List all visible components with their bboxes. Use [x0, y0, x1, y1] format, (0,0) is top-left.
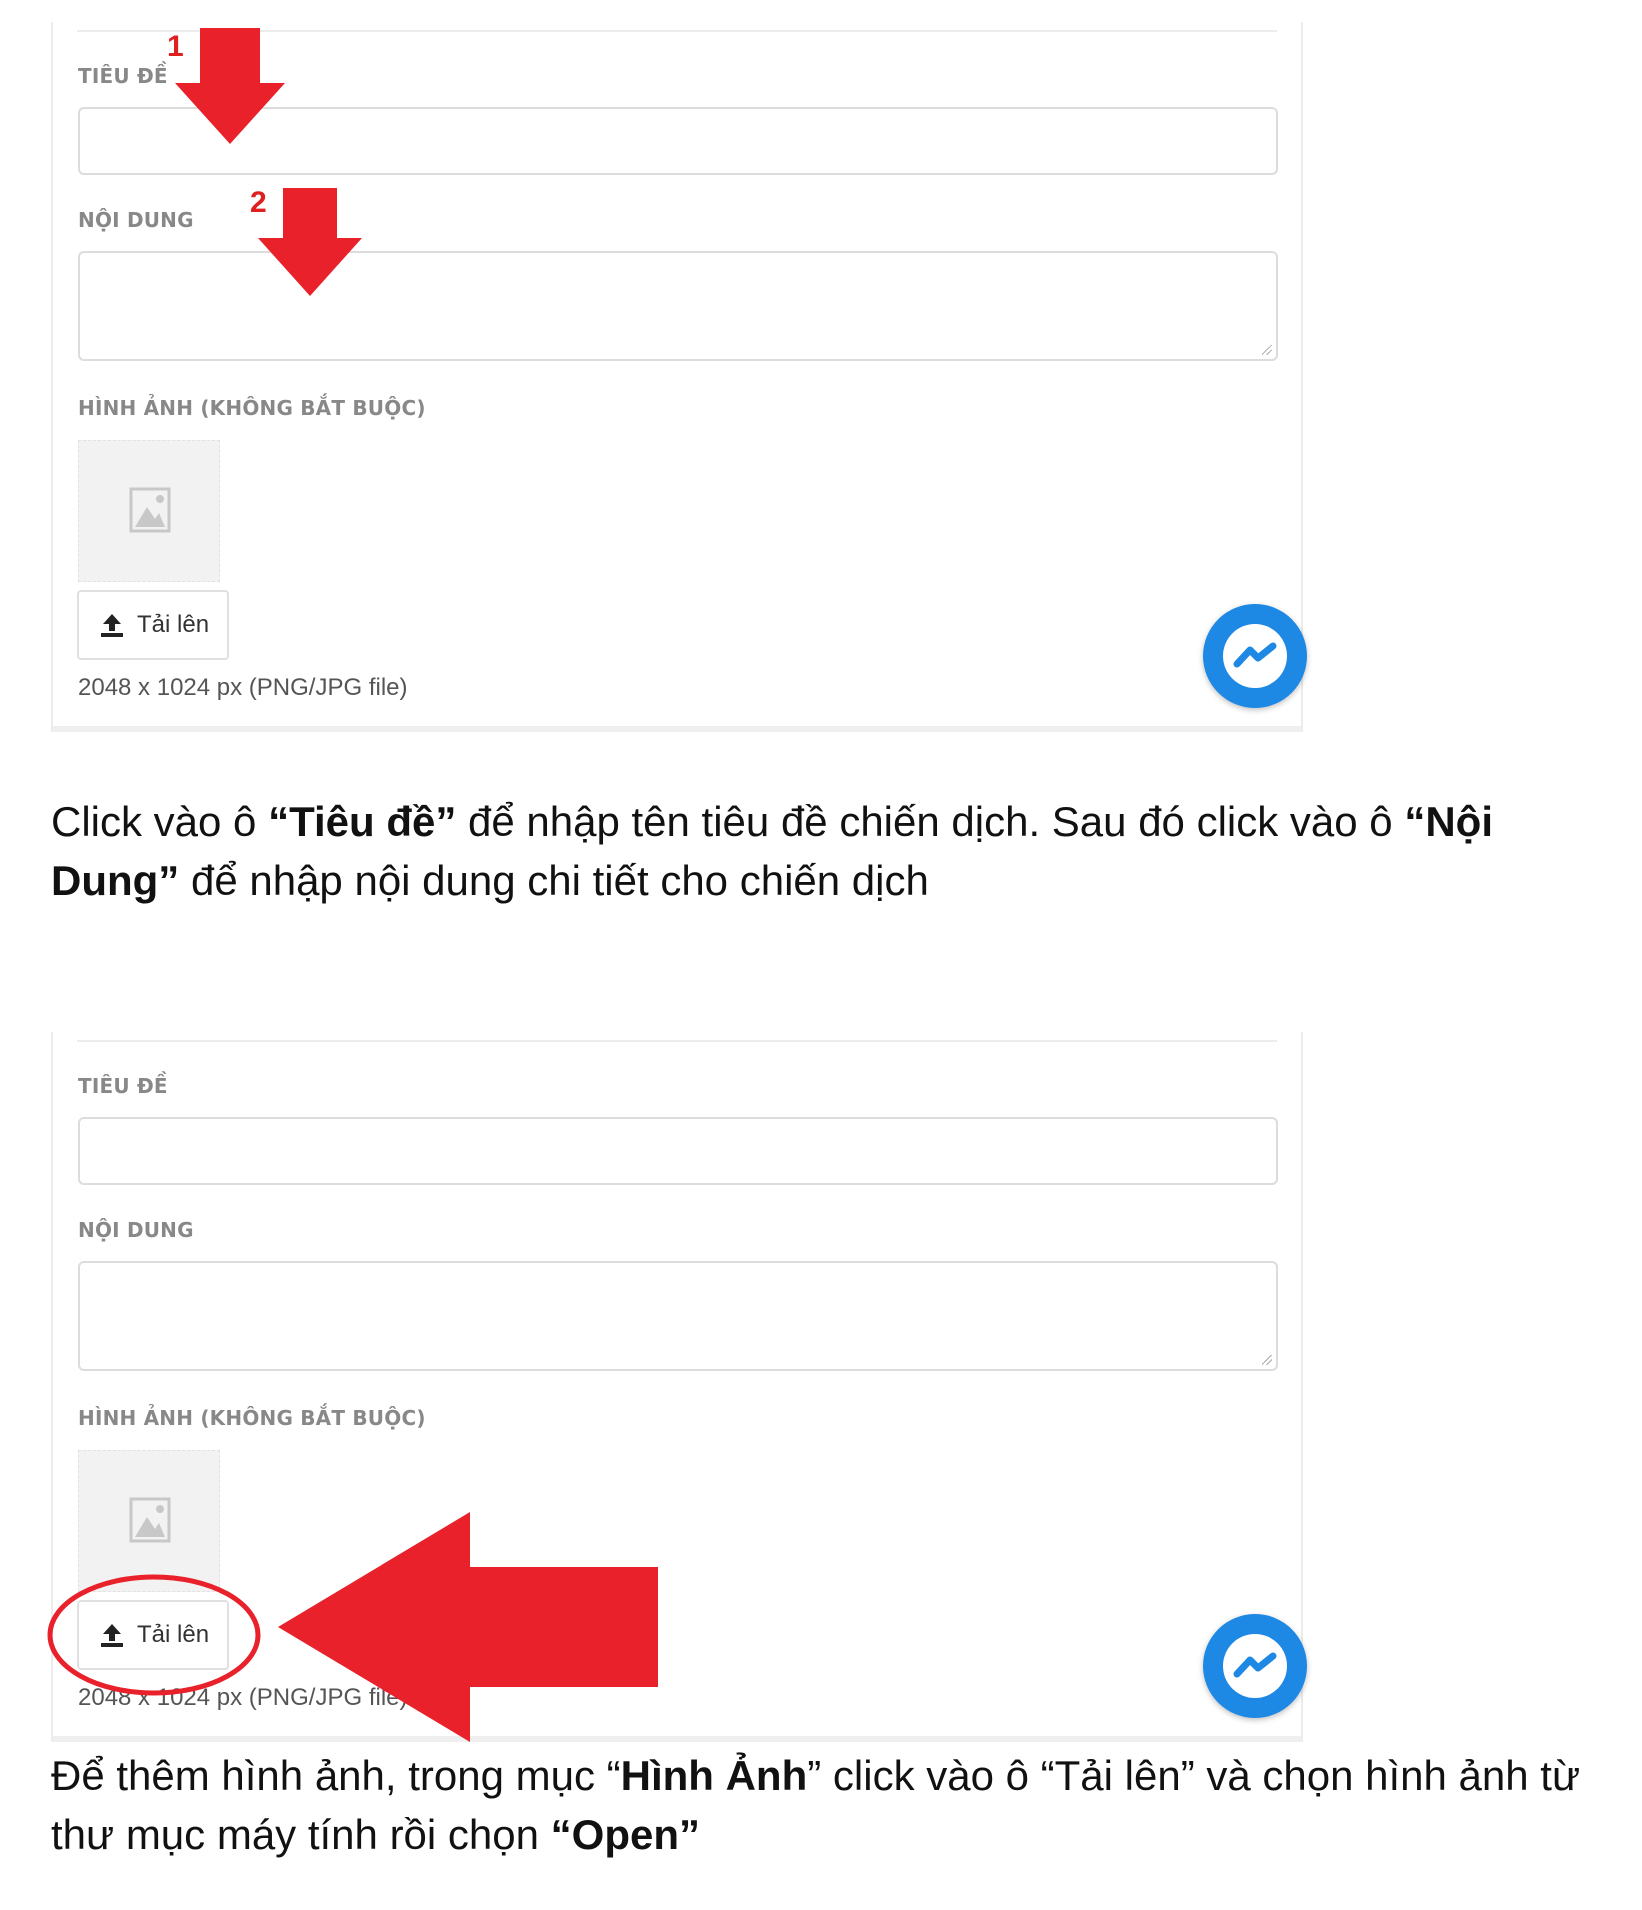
highlight-circle: [47, 1574, 261, 1696]
divider: [77, 1040, 1277, 1042]
instruction-text-2: Để thêm hình ảnh, trong mục “Hình Ảnh” c…: [51, 1752, 1581, 1858]
arrow-left-icon: [278, 1512, 658, 1742]
content-label: NỘI DUNG: [78, 1218, 194, 1242]
image-label: HÌNH ẢNH (KHÔNG BẮT BUỘC): [78, 396, 426, 420]
title-label: TIÊU ĐỀ: [78, 1074, 168, 1098]
upload-button[interactable]: Tải lên: [77, 590, 229, 660]
image-hint: 2048 x 1024 px (PNG/JPG file): [78, 674, 408, 701]
messenger-icon: [1223, 1634, 1287, 1698]
image-preview: [78, 440, 220, 582]
instruction-text-1: Click vào ô “Tiêu đề” để nhập tên tiêu đ…: [51, 798, 1493, 904]
image-placeholder-icon: [129, 1497, 171, 1543]
upload-icon: [101, 614, 123, 637]
title-label: TIÊU ĐỀ: [78, 64, 168, 88]
upload-label: Tải lên: [137, 611, 210, 638]
content-label: NỘI DUNG: [78, 208, 194, 232]
title-input[interactable]: [78, 1117, 1278, 1185]
arrow-down-icon: [175, 28, 285, 144]
resize-handle[interactable]: [1262, 1355, 1272, 1365]
resize-handle[interactable]: [1262, 345, 1272, 355]
image-placeholder-icon: [129, 487, 171, 533]
arrow-down-icon: [258, 188, 362, 296]
messenger-button[interactable]: [1203, 1614, 1307, 1718]
messenger-icon: [1223, 624, 1287, 688]
content-textarea[interactable]: [78, 1261, 1278, 1371]
messenger-button[interactable]: [1203, 604, 1307, 708]
image-label: HÌNH ẢNH (KHÔNG BẮT BUỘC): [78, 1406, 426, 1430]
